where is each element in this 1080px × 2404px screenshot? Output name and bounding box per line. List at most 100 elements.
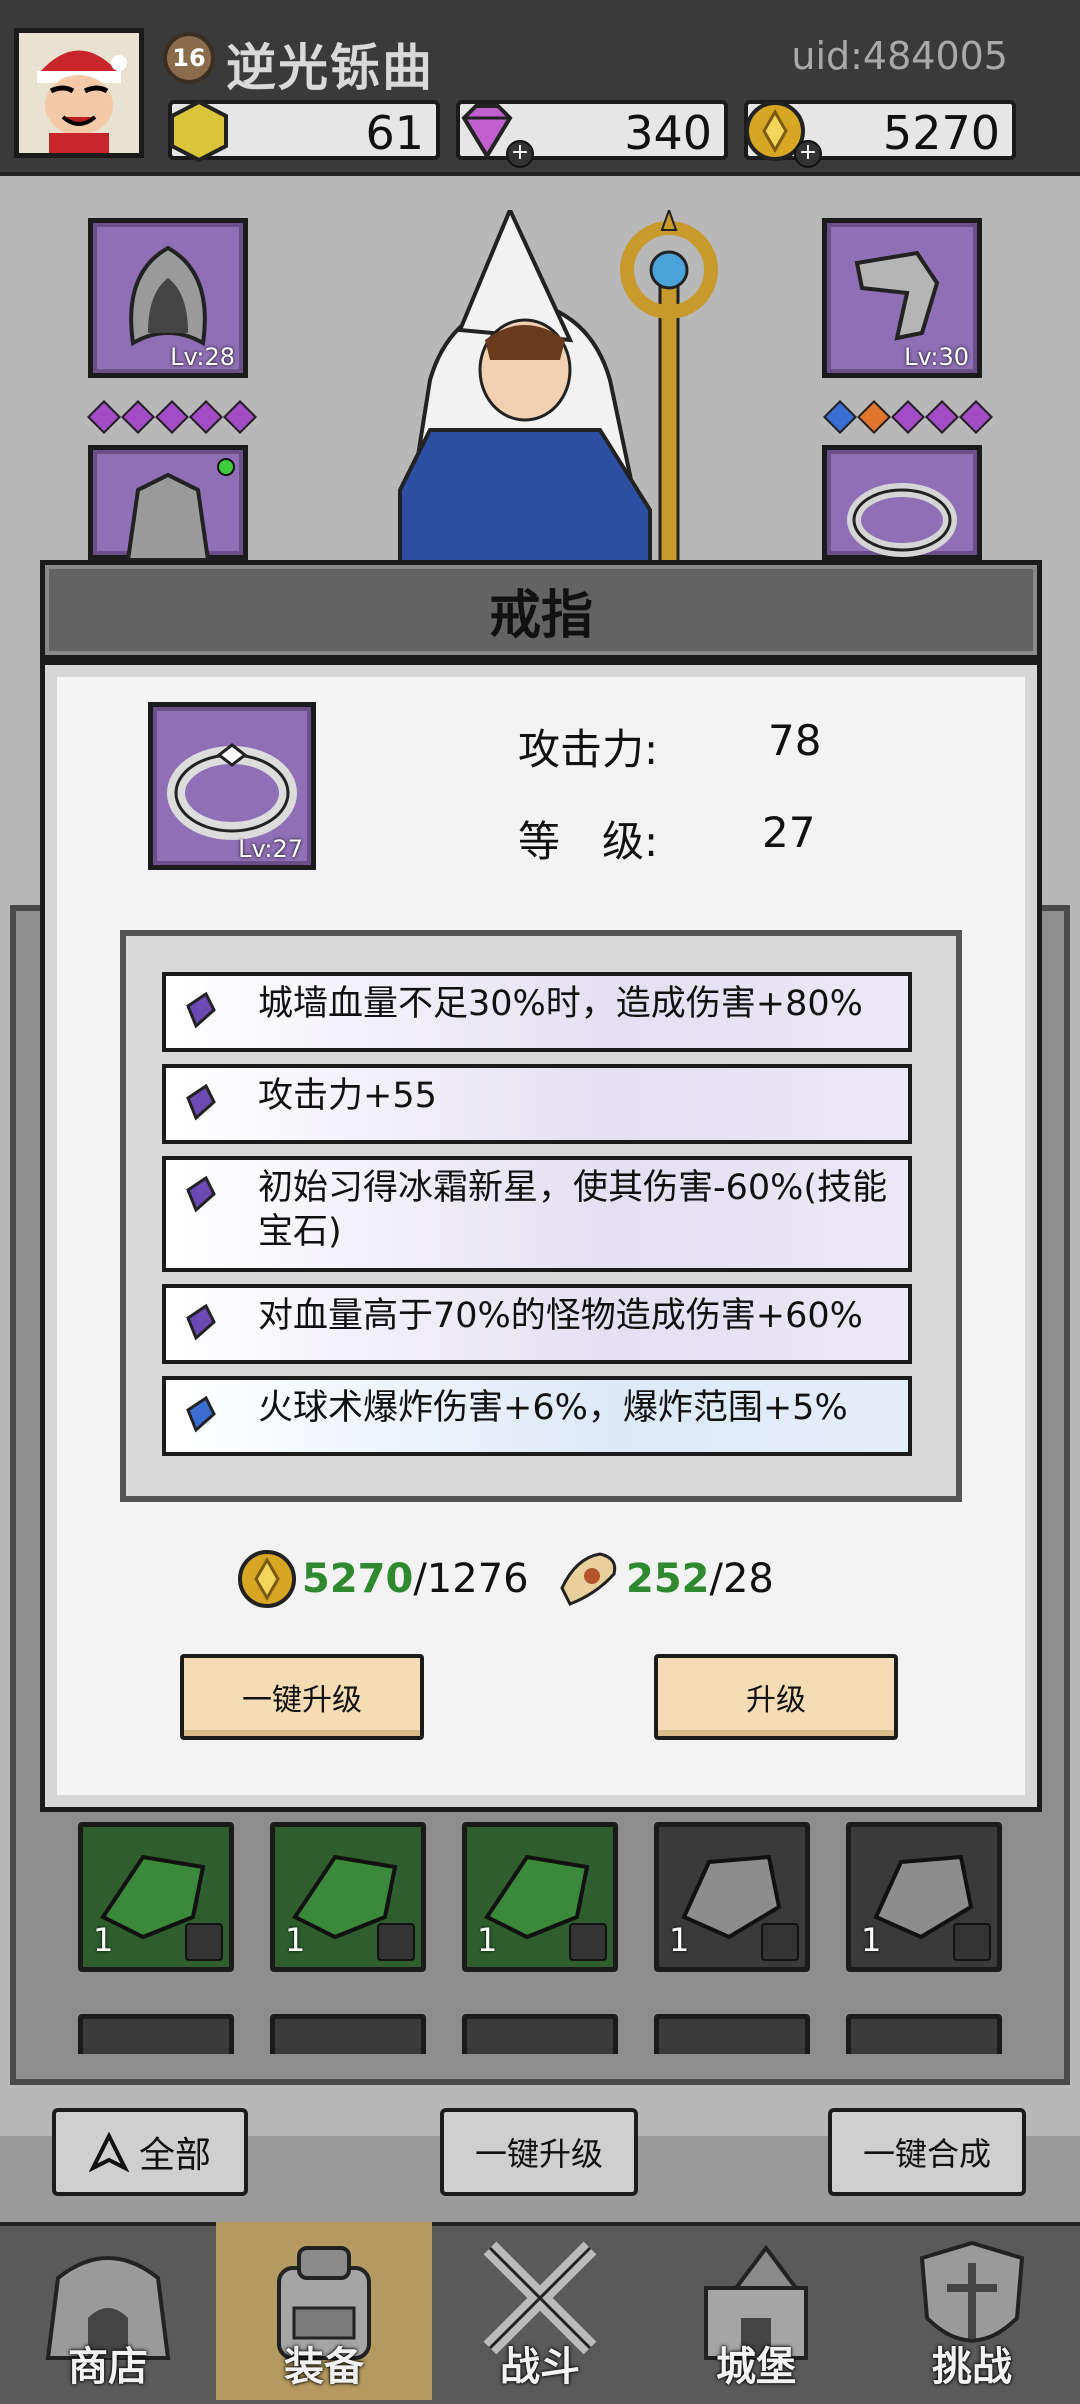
- filter-all-button[interactable]: 全部: [52, 2108, 248, 2196]
- nav-equipment-label: 装备: [284, 2344, 364, 2390]
- add-coins-icon[interactable]: +: [794, 140, 822, 168]
- filter-all-label: 全部: [138, 2135, 211, 2176]
- weapon-slot[interactable]: Lv:30: [822, 218, 982, 378]
- player-uid: uid:484005: [791, 34, 1008, 78]
- scroll-icon: [560, 1552, 617, 1606]
- helmet-gem-row: [87, 400, 257, 434]
- nav-shop[interactable]: 商店: [0, 2222, 216, 2400]
- gem-socket-icon: [121, 400, 155, 434]
- gem-socket-icon: [925, 400, 959, 434]
- nav-challenge[interactable]: 挑战: [864, 2222, 1080, 2400]
- affix-text: 城墙血量不足30%时，造成伤害+80%: [258, 984, 863, 1024]
- inventory-row-partial: [78, 1994, 1002, 2054]
- purple-gem-icon: [186, 1083, 216, 1121]
- ring-slot[interactable]: [822, 445, 982, 560]
- upgrade-button[interactable]: 升级: [654, 1654, 898, 1740]
- coin-value: 5270: [882, 106, 1000, 160]
- nav-challenge-label: 挑战: [932, 2344, 1012, 2390]
- purple-gem-icon: [186, 991, 216, 1029]
- item-count: 1: [93, 1921, 114, 1959]
- weapon-level: Lv:30: [904, 343, 969, 371]
- ring-type-icon: [377, 1923, 415, 1961]
- helmet-slot[interactable]: Lv:28: [88, 218, 248, 378]
- purple-gem-icon: [186, 1303, 216, 1341]
- player-level-badge: 16: [163, 32, 215, 84]
- affix-text: 攻击力+55: [258, 1076, 437, 1116]
- nav-shop-label: 商店: [68, 2344, 148, 2390]
- new-indicator-dot: [217, 458, 235, 476]
- inventory-item[interactable]: [846, 2014, 1002, 2054]
- player-avatar[interactable]: [14, 28, 144, 158]
- item-level: Lv:27: [238, 835, 303, 863]
- inventory-item[interactable]: [462, 2014, 618, 2054]
- triangle-filter-icon: [88, 2132, 129, 2172]
- ring-type-icon: [185, 1923, 223, 1961]
- nav-equipment[interactable]: 装备: [216, 2222, 432, 2400]
- inventory-item[interactable]: 1: [846, 1822, 1002, 1972]
- gem-socket-icon: [959, 400, 993, 434]
- gem-socket-icon: [189, 400, 223, 434]
- modal-title: 戒指: [488, 585, 593, 646]
- item-count: 1: [669, 1921, 690, 1959]
- affix-row: 攻击力+55: [162, 1064, 912, 1144]
- level-label: 等 级:: [518, 817, 659, 866]
- nav-battle-label: 战斗: [500, 2344, 580, 2390]
- inventory-item[interactable]: 1: [78, 1822, 234, 1972]
- affix-row: 对血量高于70%的怪物造成伤害+60%: [162, 1284, 912, 1364]
- armor-type-icon: [953, 1923, 991, 1961]
- affix-text: 火球术爆炸伤害+6%，爆炸范围+5%: [258, 1388, 848, 1428]
- affix-row: 初始习得冰霜新星，使其伤害-60%(技能宝石): [162, 1156, 912, 1272]
- gold-required: /1276: [413, 1556, 529, 1602]
- nav-castle-label: 城堡: [716, 2344, 796, 2390]
- inventory-item[interactable]: 1: [462, 1822, 618, 1972]
- affix-row: 火球术爆炸伤害+6%，爆炸范围+5%: [162, 1376, 912, 1456]
- affix-text: 初始习得冰霜新星，使其伤害-60%(技能宝石): [258, 1168, 888, 1252]
- blue-gem-icon: [186, 1395, 216, 1433]
- scroll-owned: 252: [626, 1556, 710, 1602]
- coin-counter[interactable]: + 5270: [744, 100, 1016, 168]
- weapon-gem-row: [823, 400, 993, 434]
- item-count: 1: [285, 1921, 306, 1959]
- modal-title-bar: 戒指: [40, 560, 1042, 660]
- inventory-item[interactable]: 1: [654, 1822, 810, 1972]
- affix-text: 对血量高于70%的怪物造成伤害+60%: [258, 1296, 863, 1336]
- add-gems-icon[interactable]: +: [506, 140, 534, 168]
- player-name: 逆光铄曲: [226, 39, 434, 97]
- gold-bar-value: 61: [365, 106, 424, 160]
- attack-value: 78: [768, 716, 822, 765]
- ring-icon: [847, 483, 957, 557]
- gold-owned: 5270: [302, 1556, 414, 1602]
- inventory-item[interactable]: [78, 2014, 234, 2054]
- merge-all-button[interactable]: 一键合成: [828, 2108, 1026, 2196]
- helmet-level: Lv:28: [170, 343, 235, 371]
- gem-socket-icon: [823, 400, 857, 434]
- item-count: 1: [477, 1921, 498, 1959]
- gold-coin-icon: [238, 1550, 296, 1608]
- gem-socket-icon: [155, 400, 189, 434]
- scroll-required: /28: [709, 1556, 774, 1602]
- armor-slot[interactable]: [88, 445, 248, 562]
- upgrade-all-footer-button[interactable]: 一键升级: [440, 2108, 638, 2196]
- item-icon: Lv:27: [148, 702, 316, 870]
- scroll-cost: 252/28: [626, 1556, 774, 1602]
- gem-counter[interactable]: + 340: [456, 100, 728, 168]
- affix-row: 城墙血量不足30%时，造成伤害+80%: [162, 972, 912, 1052]
- gem-socket-icon: [87, 400, 121, 434]
- item-count: 1: [861, 1921, 882, 1959]
- nav-battle[interactable]: 战斗: [432, 2222, 648, 2400]
- gem-socket-icon: [223, 400, 257, 434]
- gem-socket-icon: [857, 400, 891, 434]
- upgrade-all-button[interactable]: 一键升级: [180, 1654, 424, 1740]
- inventory-item[interactable]: 1: [270, 1822, 426, 1972]
- level-value: 27: [762, 808, 816, 857]
- inventory-item[interactable]: [270, 2014, 426, 2054]
- gold-cost: 5270/1276: [302, 1556, 529, 1602]
- attack-label: 攻击力:: [518, 725, 659, 774]
- nav-castle[interactable]: 城堡: [648, 2222, 864, 2400]
- inventory-item[interactable]: [654, 2014, 810, 2054]
- gem-socket-icon: [891, 400, 925, 434]
- hexagon-gold-icon: [170, 99, 228, 163]
- hero-mage-icon: [397, 210, 718, 570]
- gem-value: 340: [624, 106, 712, 160]
- avatar-portrait-icon: [19, 33, 139, 153]
